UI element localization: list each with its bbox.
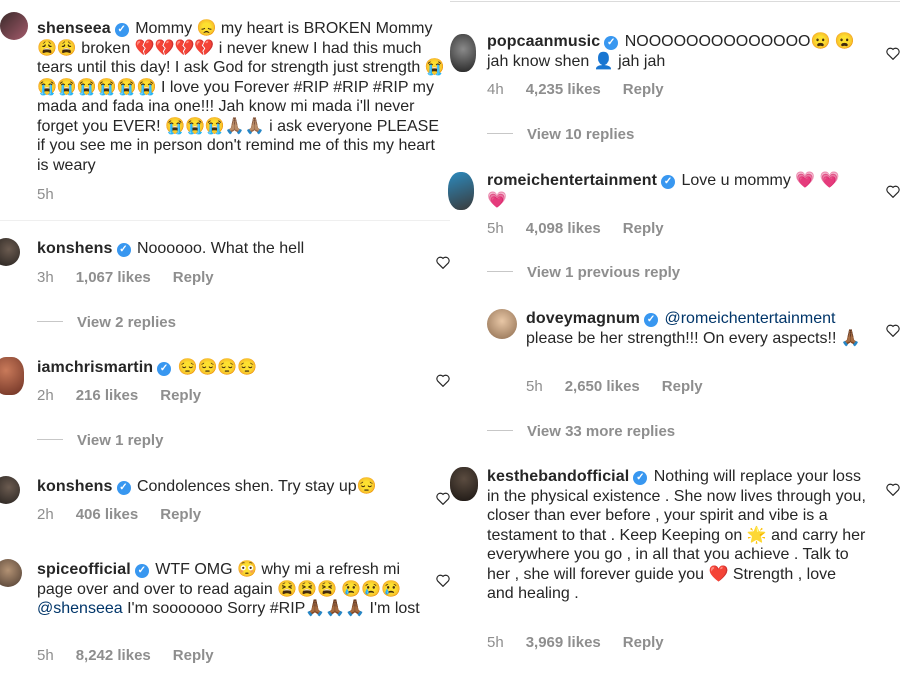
verified-badge-icon: ✓ <box>116 243 131 257</box>
comment-meta: 5h 8,242 likes Reply <box>37 647 236 664</box>
comment-text: Nothing will replace your loss in the ph… <box>487 468 866 602</box>
comment-body: spiceofficial ✓ WTF OMG 😳 why mi a refres… <box>37 560 432 619</box>
timestamp: 2h <box>37 387 54 404</box>
like-count[interactable]: 8,242 likes <box>76 647 151 664</box>
avatar[interactable] <box>450 34 476 72</box>
avatar[interactable] <box>0 357 24 395</box>
verified-badge-icon: ✓ <box>644 313 659 327</box>
comment-meta: 3h 1,067 likes Reply <box>37 269 236 286</box>
avatar[interactable] <box>0 12 28 40</box>
heart-outline-icon[interactable] <box>436 492 450 505</box>
timestamp: 5h <box>37 647 54 664</box>
heart-outline-icon[interactable] <box>886 324 900 337</box>
timestamp: 5h <box>526 378 543 395</box>
reply-button[interactable]: Reply <box>662 378 703 395</box>
reply-button[interactable]: Reply <box>623 634 664 651</box>
comment-text: Mommy 😞 my heart is BROKEN Mommy 😩😩 brok… <box>37 20 445 174</box>
heart-outline-icon[interactable] <box>886 47 900 60</box>
view-replies-button[interactable]: View 10 replies <box>487 126 634 143</box>
reply-button[interactable]: Reply <box>623 81 664 98</box>
comment-body: shenseea ✓ Mommy 😞 my heart is BROKEN Mom… <box>37 19 445 175</box>
comment-body: doveymagnum ✓ @romeichentertainment pleas… <box>526 309 871 348</box>
avatar[interactable] <box>448 172 474 210</box>
heart-outline-icon[interactable] <box>886 483 900 496</box>
comment-text: Condolences shen. Try stay up😔 <box>136 478 377 495</box>
verified-badge-icon: ✓ <box>633 471 648 485</box>
like-count[interactable]: 216 likes <box>76 387 139 404</box>
avatar[interactable] <box>0 238 20 266</box>
view-previous-reply-button[interactable]: View 1 previous reply <box>487 264 680 281</box>
mention-link[interactable]: @shenseea <box>37 600 123 617</box>
like-count[interactable]: 4,098 likes <box>526 220 601 237</box>
avatar[interactable] <box>0 559 22 587</box>
comment-body: konshens ✓ Condolences shen. Try stay up😔 <box>37 477 437 497</box>
view-more-replies-button[interactable]: View 33 more replies <box>487 423 675 440</box>
comment-body: kesthebandofficial ✓ Nothing will replace… <box>487 467 867 604</box>
username[interactable]: shenseea <box>37 20 111 37</box>
username[interactable]: romeichentertainment <box>487 172 657 189</box>
username[interactable]: iamchrismartin <box>37 359 153 376</box>
verified-badge-icon: ✓ <box>604 36 619 50</box>
reply-button[interactable]: Reply <box>173 269 214 286</box>
reply-button[interactable]: Reply <box>623 220 664 237</box>
reply-button[interactable]: Reply <box>173 647 214 664</box>
timestamp: 5h <box>487 634 504 651</box>
comment-text: please be her strength!!! On every aspec… <box>526 329 861 347</box>
username[interactable]: doveymagnum <box>526 310 640 327</box>
comment-body: romeichentertainment ✓ Love u mommy 💗 💗💗 <box>487 171 857 210</box>
like-count[interactable]: 2,650 likes <box>565 378 640 395</box>
comment-meta: 5h 3,969 likes Reply <box>487 634 686 651</box>
heart-outline-icon[interactable] <box>886 185 900 198</box>
timestamp: 5h <box>487 220 504 237</box>
comment-meta: 5h 2,650 likes Reply <box>526 378 725 395</box>
comment-meta: 5h <box>37 186 76 203</box>
divider <box>0 220 450 221</box>
timestamp: 2h <box>37 506 54 523</box>
heart-outline-icon[interactable] <box>436 374 450 387</box>
heart-outline-icon[interactable] <box>436 256 450 269</box>
avatar[interactable] <box>0 476 20 504</box>
verified-badge-icon: ✓ <box>116 481 131 495</box>
username[interactable]: spiceofficial <box>37 561 131 578</box>
view-replies-button[interactable]: View 1 reply <box>37 432 163 449</box>
comment-meta: 4h 4,235 likes Reply <box>487 81 686 98</box>
view-replies-button[interactable]: View 2 replies <box>37 314 176 331</box>
comment-meta: 2h 406 likes Reply <box>37 506 223 523</box>
username[interactable]: konshens <box>37 240 113 257</box>
reply-button[interactable]: Reply <box>160 506 201 523</box>
verified-badge-icon: ✓ <box>134 564 149 578</box>
timestamp: 3h <box>37 269 54 286</box>
heart-outline-icon[interactable] <box>436 574 450 587</box>
left-comments-column: shenseea ✓ Mommy 😞 my heart is BROKEN Mom… <box>0 0 450 674</box>
like-count[interactable]: 3,969 likes <box>526 634 601 651</box>
comment-body: popcaanmusic ✓ NOOOOOOOOOOOOOO😦 😦 jah kno… <box>487 32 867 71</box>
right-comments-column: popcaanmusic ✓ NOOOOOOOOOOOOOO😦 😦 jah kno… <box>448 1 900 675</box>
like-count[interactable]: 406 likes <box>76 506 139 523</box>
verified-badge-icon: ✓ <box>661 175 676 189</box>
verified-badge-icon: ✓ <box>114 23 129 37</box>
comment-body: konshens ✓ Noooooo. What the hell <box>37 239 427 259</box>
comment-meta: 2h 216 likes Reply <box>37 387 223 404</box>
username[interactable]: popcaanmusic <box>487 33 600 50</box>
comment-meta: 5h 4,098 likes Reply <box>487 220 686 237</box>
comment-text: I'm sooooooo Sorry #RIP🙏🏾🙏🏾🙏🏾 I'm lost <box>127 600 420 617</box>
mention-link[interactable]: @romeichentertainment <box>664 310 835 327</box>
verified-badge-icon: ✓ <box>157 362 172 376</box>
comment-body: iamchrismartin ✓ 😔😔😔😔 <box>37 358 427 378</box>
comment-text: 😔😔😔😔 <box>177 359 258 376</box>
username[interactable]: kesthebandofficial <box>487 468 629 485</box>
avatar[interactable] <box>487 309 517 339</box>
like-count[interactable]: 4,235 likes <box>526 81 601 98</box>
like-count[interactable]: 1,067 likes <box>76 269 151 286</box>
timestamp: 5h <box>37 186 54 203</box>
timestamp: 4h <box>487 81 504 98</box>
username[interactable]: konshens <box>37 478 113 495</box>
reply-button[interactable]: Reply <box>160 387 201 404</box>
comment-text: Noooooo. What the hell <box>136 240 305 257</box>
avatar[interactable] <box>450 467 478 501</box>
